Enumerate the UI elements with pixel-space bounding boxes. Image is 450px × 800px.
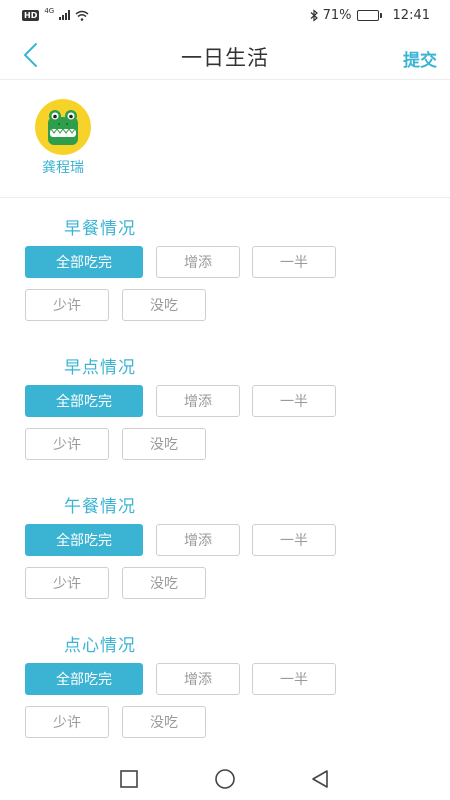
option-button[interactable]: 少许 — [25, 567, 109, 599]
status-left: HD 4G — [22, 6, 89, 21]
status-bar: HD 4G 71% 12:41 — [0, 0, 450, 30]
meal-section: 早点情况全部吃完 增添 一半少许 没吃 — [0, 353, 450, 468]
network-type: 4G — [44, 6, 55, 15]
option-button[interactable]: 少许 — [25, 289, 109, 321]
hd-badge: HD — [22, 9, 40, 21]
page-title: 一日生活 — [181, 46, 269, 70]
meal-section: 点心情况全部吃完 增添 一半少许 没吃 — [0, 631, 450, 746]
back-triangle-icon[interactable] — [309, 768, 331, 790]
option-button[interactable]: 增添 — [156, 385, 240, 417]
option-button[interactable]: 少许 — [25, 706, 109, 738]
crocodile-avatar-icon[interactable] — [35, 99, 91, 155]
wifi-icon — [75, 10, 89, 21]
section-title: 早餐情况 — [64, 219, 136, 239]
nav-bar: 一日生活 提交 — [0, 30, 450, 80]
option-button[interactable]: 全部吃完 — [25, 524, 143, 556]
option-button[interactable]: 没吃 — [122, 289, 206, 321]
option-button[interactable]: 少许 — [25, 428, 109, 460]
option-button[interactable]: 全部吃完 — [25, 663, 143, 695]
option-button[interactable]: 一半 — [252, 663, 336, 695]
bluetooth-icon — [310, 8, 318, 22]
meal-section: 早餐情况全部吃完 增添 一半少许 没吃 — [0, 214, 450, 329]
option-button[interactable]: 全部吃完 — [25, 246, 143, 278]
child-name: 龚程瑞 — [42, 160, 84, 176]
option-button[interactable]: 全部吃完 — [25, 385, 143, 417]
meal-section: 午餐情况全部吃完 增添 一半少许 没吃 — [0, 492, 450, 607]
option-button[interactable]: 没吃 — [122, 706, 206, 738]
system-nav-bar — [0, 752, 450, 800]
signal-icon — [59, 10, 71, 20]
option-button[interactable]: 一半 — [252, 385, 336, 417]
submit-button[interactable]: 提交 — [403, 46, 437, 71]
option-button[interactable]: 一半 — [252, 246, 336, 278]
section-title: 午餐情况 — [64, 497, 136, 517]
option-button[interactable]: 一半 — [252, 524, 336, 556]
option-button[interactable]: 增添 — [156, 524, 240, 556]
recent-apps-icon[interactable] — [118, 768, 140, 790]
clock: 12:41 — [392, 7, 430, 23]
battery-percent: 71% — [322, 7, 352, 23]
status-right: 71% 12:41 — [310, 8, 430, 23]
battery-icon — [356, 9, 382, 21]
home-icon[interactable] — [214, 768, 236, 790]
option-button[interactable]: 没吃 — [122, 567, 206, 599]
section-title: 早点情况 — [64, 358, 136, 378]
option-button[interactable]: 没吃 — [122, 428, 206, 460]
child-profile: 龚程瑞 — [0, 81, 450, 198]
option-button[interactable]: 增添 — [156, 663, 240, 695]
section-title: 点心情况 — [64, 636, 136, 656]
option-button[interactable]: 增添 — [156, 246, 240, 278]
